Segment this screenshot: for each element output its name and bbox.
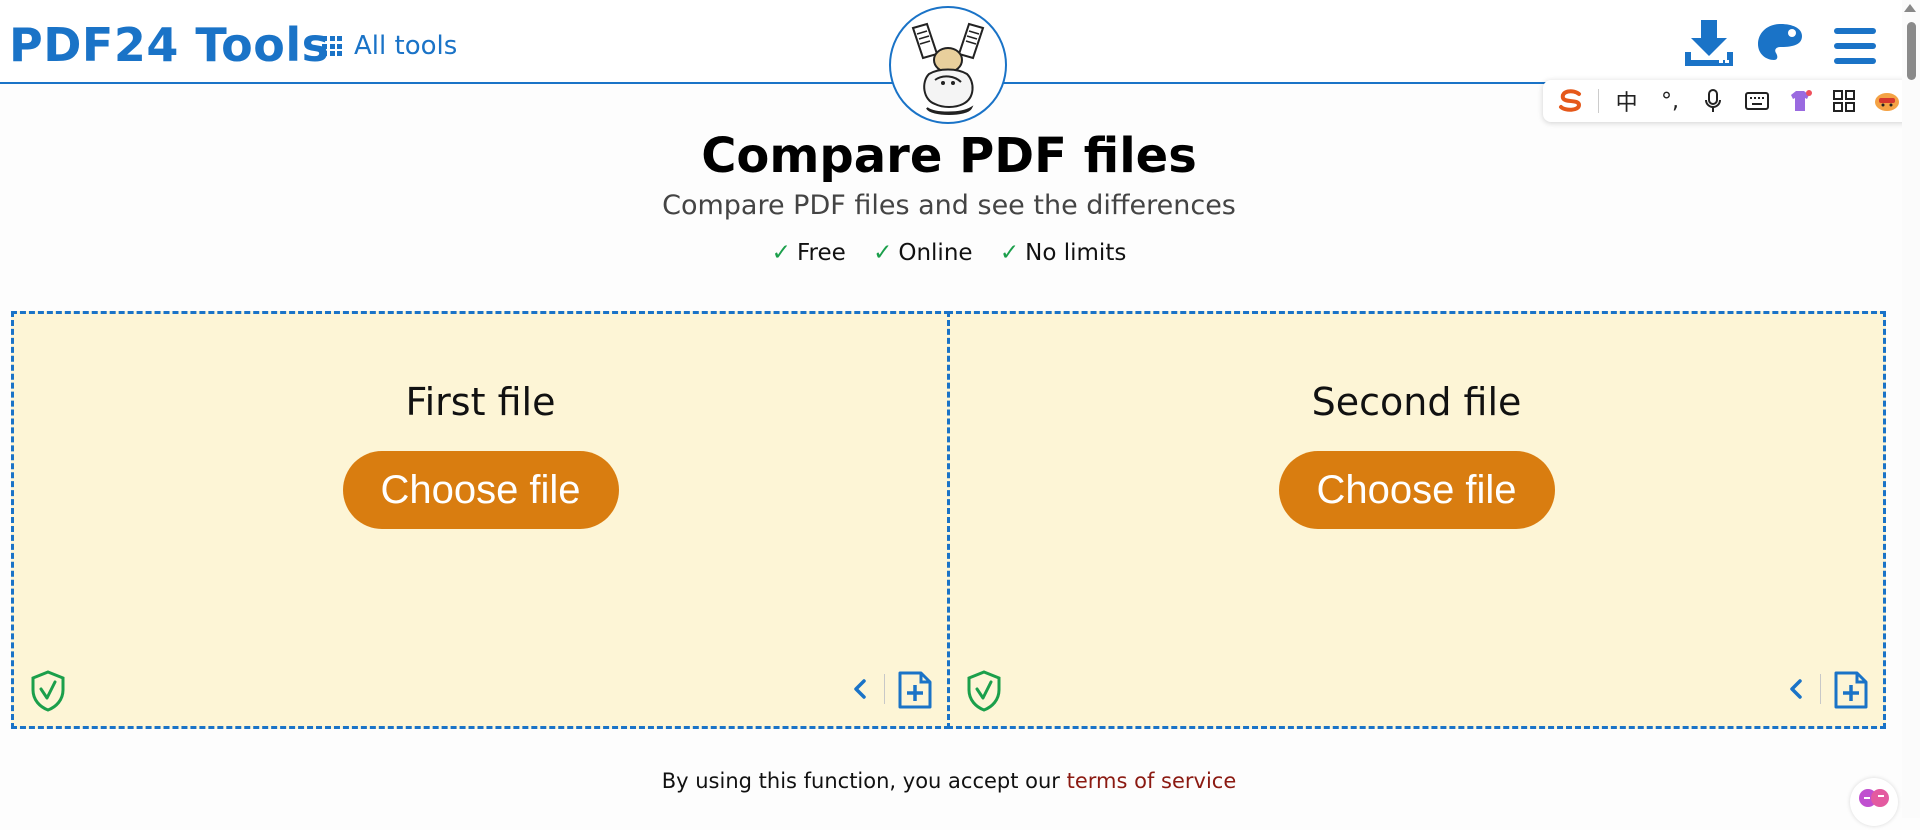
add-file-icon[interactable] (897, 670, 933, 710)
skin-shirt-icon[interactable] (1784, 85, 1816, 117)
hamburger-menu-icon[interactable] (1833, 24, 1877, 68)
terms-prefix: By using this function, you accept our (661, 769, 1067, 793)
mascot-illustration (911, 22, 985, 115)
check-icon: ✓ (999, 240, 1020, 266)
check-icon: ✓ (771, 240, 791, 266)
chevron-left-icon[interactable] (851, 678, 869, 700)
first-file-label: First file (405, 380, 556, 424)
all-tools-label: All tools (354, 31, 458, 61)
ime-punctuation[interactable]: °, (1654, 85, 1686, 117)
pdf24-logo[interactable]: PDF24 Tools (9, 12, 329, 78)
all-tools-button[interactable]: All tools (322, 28, 457, 64)
ime-separator (1598, 89, 1600, 113)
ime-toolbar: 中 °, (1543, 80, 1915, 122)
page-title: Compare PDF files (701, 128, 1197, 184)
mascot-avatar (889, 6, 1007, 124)
second-file-label: Second file (1311, 380, 1522, 424)
first-file-dropzone[interactable]: First file Choose file (11, 311, 950, 729)
chevron-left-icon[interactable] (1787, 678, 1805, 700)
feature-list: ✓ Free ✓ Online ✓ No limits (0, 240, 1898, 266)
feature-no-limits: ✓ No limits (999, 240, 1127, 266)
feature-online: ✓ Online (873, 240, 973, 266)
zone-tool-divider (1820, 674, 1821, 704)
download-icon[interactable] (1683, 18, 1735, 70)
shield-check-icon (31, 670, 65, 712)
choose-second-file-button[interactable]: Choose file (1278, 451, 1555, 529)
feature-free: ✓ Free (771, 240, 846, 266)
microphone-icon[interactable] (1697, 85, 1729, 117)
add-file-icon[interactable] (1833, 670, 1869, 710)
apps-grid-icon[interactable] (1828, 85, 1860, 117)
second-file-dropzone[interactable]: Second file Choose file (947, 311, 1886, 729)
page-subtitle: Compare PDF files and see the difference… (662, 190, 1236, 221)
ime-chinese-mode[interactable]: 中 (1611, 85, 1643, 117)
check-icon: ✓ (873, 240, 893, 266)
mascot-face-icon[interactable] (1871, 85, 1903, 117)
sogou-logo-icon[interactable] (1555, 85, 1587, 117)
ai-brain-icon[interactable] (1850, 778, 1898, 826)
choose-first-file-button[interactable]: Choose file (342, 451, 619, 529)
shield-check-icon (967, 670, 1001, 712)
grid-icon (322, 36, 342, 56)
keyboard-icon[interactable] (1741, 85, 1773, 117)
terms-notice: By using this function, you accept our t… (0, 769, 1898, 793)
scroll-up-arrow-icon[interactable] (1904, 4, 1916, 12)
terms-of-service-link[interactable]: terms of service (1067, 769, 1237, 793)
zone-tool-divider (884, 674, 885, 704)
scroll-thumb[interactable] (1907, 22, 1916, 80)
palette-icon[interactable] (1756, 18, 1806, 68)
vertical-scrollbar[interactable] (1902, 0, 1920, 818)
